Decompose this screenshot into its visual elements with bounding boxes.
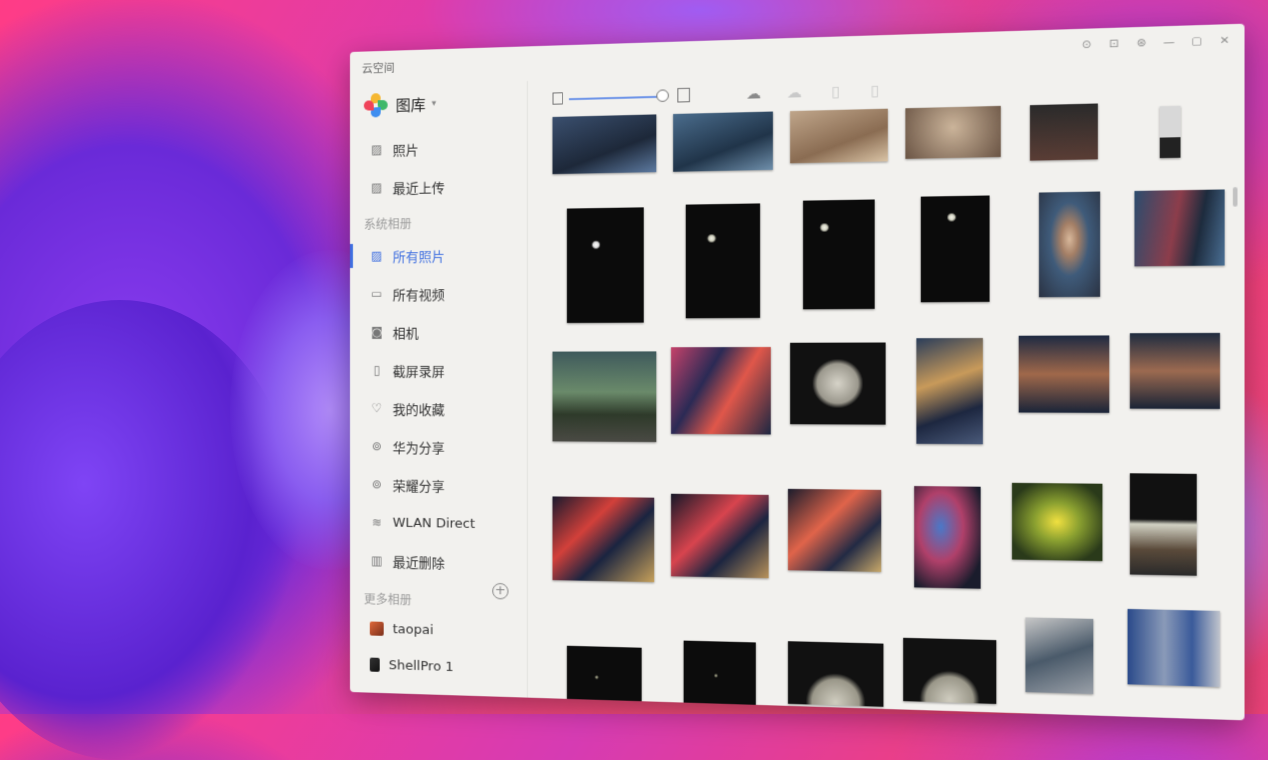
more-albums-heading: 更多相册	[363, 592, 412, 608]
maximize-button[interactable]: ▢	[1189, 35, 1205, 51]
sidebar-item-all-videos[interactable]: ▭ 所有视频	[350, 276, 527, 310]
sidebar-item-honor-share[interactable]: ⊚ 荣耀分享	[350, 468, 527, 502]
album-thumbnail	[369, 657, 380, 672]
zoom-out-icon[interactable]	[552, 92, 563, 105]
photo-thumbnail[interactable]	[566, 645, 642, 710]
minimize-button[interactable]: —	[1161, 36, 1177, 52]
copy-icon[interactable]: ▯	[825, 81, 847, 103]
photo-thumbnail[interactable]	[683, 640, 756, 712]
sidebar-item-label: 华为分享	[392, 440, 445, 457]
sidebar-item-huawei-share[interactable]: ⊚ 华为分享	[350, 430, 527, 464]
photo-grid	[528, 103, 1245, 720]
sidebar-item-label: 所有照片	[392, 249, 445, 266]
system-albums-heading: 系统相册	[363, 217, 412, 232]
photo-thumbnail[interactable]	[671, 347, 771, 435]
thumbnail-size-slider[interactable]	[568, 95, 661, 101]
sidebar-item-all-photos[interactable]: ▨ 所有照片	[350, 238, 527, 272]
photo-thumbnail[interactable]	[1134, 189, 1225, 267]
settings-icon[interactable]: ⊡	[1106, 37, 1122, 53]
photo-thumbnail[interactable]	[673, 111, 773, 172]
photo-thumbnail[interactable]	[1127, 608, 1220, 687]
photo-thumbnail[interactable]	[1011, 482, 1103, 562]
photo-thumbnail[interactable]	[685, 203, 761, 319]
photo-thumbnail[interactable]	[552, 496, 655, 583]
gallery-logo-icon	[363, 93, 388, 118]
sidebar-item-label: 荣耀分享	[392, 478, 445, 495]
image-icon: ▨	[371, 142, 383, 157]
sidebar-item-label: WLAN Direct	[392, 515, 476, 532]
photo-thumbnail[interactable]	[1018, 335, 1110, 413]
sidebar-item-label: 最近上传	[392, 180, 445, 197]
phone-icon[interactable]: ▯	[864, 80, 886, 102]
cloud-download-icon[interactable]: ☁	[784, 83, 806, 104]
photo-thumbnail[interactable]	[1129, 332, 1220, 409]
sidebar-item-label: 截屏录屏	[392, 364, 445, 380]
photo-thumbnail[interactable]	[790, 108, 888, 164]
sidebar-item-label: ShellPro 1	[388, 657, 454, 675]
photo-thumbnail[interactable]	[1129, 473, 1197, 576]
phone-icon: ▯	[373, 362, 381, 378]
album-thumbnail	[369, 621, 384, 636]
slider-handle[interactable]	[656, 89, 669, 103]
photo-thumbnail[interactable]	[790, 342, 886, 425]
scrollbar-thumb[interactable]	[1232, 187, 1238, 207]
photo-thumbnail[interactable]	[916, 337, 983, 445]
sync-icon[interactable]: ⊙	[1079, 38, 1095, 53]
wifi-icon: ≋	[371, 515, 382, 530]
sidebar-item-label: 所有视频	[392, 287, 445, 304]
sidebar-item-favorites[interactable]: ♡ 我的收藏	[350, 392, 527, 425]
sidebar-item-label: 最近删除	[392, 555, 445, 572]
photo-thumbnail[interactable]	[566, 207, 644, 323]
zoom-in-icon[interactable]	[677, 87, 690, 103]
sidebar-item-album-taopai[interactable]: taopai	[350, 612, 527, 649]
sidebar-item-recently-deleted[interactable]: ▥ 最近删除	[350, 544, 527, 580]
image-icon: ▨	[371, 248, 383, 263]
photo-thumbnail[interactable]	[1029, 103, 1098, 161]
cloud-upload-icon[interactable]: ☁	[743, 84, 764, 105]
account-icon[interactable]: ⊛	[1133, 36, 1149, 52]
window-controls: ⊙ ⊡ ⊛ — ▢ ✕	[1079, 34, 1233, 54]
sidebar-item-label: 照片	[392, 142, 419, 159]
camera-icon: ◙	[370, 324, 383, 339]
sidebar-item-label: 相机	[392, 326, 419, 342]
share-signal-icon: ⊚	[371, 477, 382, 492]
sidebar-item-label: 我的收藏	[392, 402, 445, 418]
photo-thumbnail[interactable]	[1038, 191, 1101, 298]
sidebar-item-photos[interactable]: ▨ 照片	[350, 130, 527, 166]
photo-thumbnail[interactable]	[1025, 617, 1094, 695]
upload-image-icon: ▨	[371, 180, 383, 195]
photo-thumbnail[interactable]	[552, 351, 657, 443]
sidebar-item-camera[interactable]: ◙ 相机	[350, 315, 527, 348]
main-content: ☁ ☁ ▯ ▯	[526, 60, 1245, 721]
gallery-switcher[interactable]: 图库 ▾	[363, 92, 437, 118]
close-button[interactable]: ✕	[1217, 34, 1233, 50]
photo-thumbnail[interactable]	[671, 493, 769, 579]
photo-thumbnail[interactable]	[803, 199, 875, 310]
sidebar-item-screenshots[interactable]: ▯ 截屏录屏	[350, 354, 527, 387]
heart-icon: ♡	[371, 401, 383, 416]
photo-thumbnail[interactable]	[905, 105, 1001, 159]
sidebar-item-album-shellpro[interactable]: ShellPro 1	[350, 648, 527, 685]
sidebar-item-recent-upload[interactable]: ▨ 最近上传	[350, 168, 527, 204]
chevron-down-icon: ▾	[431, 98, 437, 109]
photo-thumbnail[interactable]	[914, 486, 981, 589]
sidebar-item-label: taopai	[392, 621, 434, 638]
add-album-button[interactable]: +	[492, 582, 509, 600]
photo-thumbnail[interactable]	[787, 488, 882, 572]
sidebar: 图库 ▾ ▨ 照片 ▨ 最近上传 系统相册 ▨ 所有照片 ▭ 所有视频 ◙ 相机…	[350, 81, 527, 698]
gallery-title: 图库	[395, 95, 426, 115]
app-window: 云空间 ⊙ ⊡ ⊛ — ▢ ✕ 图库 ▾ ▨ 照片 ▨ 最近上传 系统相册 ▨ …	[350, 23, 1245, 721]
share-signal-icon: ⊚	[371, 439, 382, 454]
video-icon: ▭	[371, 286, 383, 301]
sidebar-item-wlan-direct[interactable]: ≋ WLAN Direct	[350, 506, 527, 541]
photo-thumbnail[interactable]	[787, 641, 884, 707]
trash-icon: ▥	[371, 553, 383, 568]
app-title: 云空间	[361, 61, 395, 76]
photo-thumbnail[interactable]	[920, 195, 990, 303]
photo-thumbnail[interactable]	[552, 114, 657, 175]
photo-thumbnail[interactable]	[1159, 105, 1181, 159]
photo-thumbnail[interactable]	[903, 637, 997, 704]
